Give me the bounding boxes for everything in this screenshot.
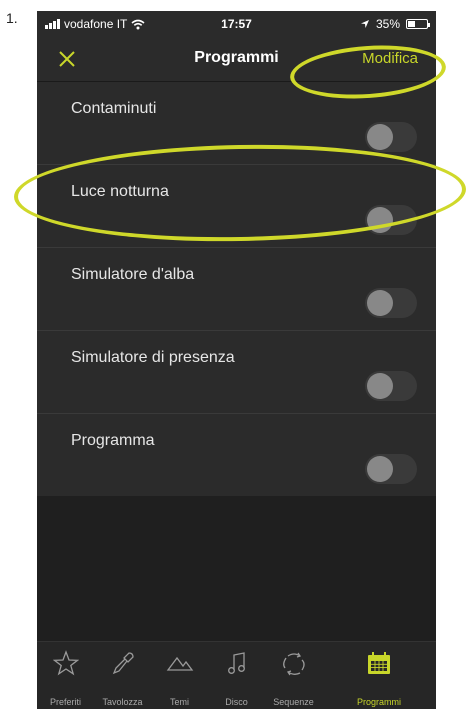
tab-sequenze[interactable]: Sequenze — [265, 642, 322, 709]
program-toggle-luce-notturna[interactable] — [365, 205, 417, 235]
program-label: Luce notturna — [71, 183, 169, 200]
tab-tavolozza[interactable]: Tavolozza — [94, 642, 151, 709]
program-row-simulatore-alba: Simulatore d'alba — [37, 248, 436, 331]
tab-label: Sequenze — [273, 697, 314, 707]
toggle-knob — [367, 207, 393, 233]
star-icon — [52, 650, 79, 676]
navigation-bar: Programmi Modifica — [37, 37, 436, 82]
status-right: 35% — [360, 17, 430, 31]
tab-label: Programmi — [356, 697, 401, 707]
program-row-contaminuti: Contaminuti — [37, 82, 436, 165]
step-number: 1. — [6, 10, 18, 26]
toggle-knob — [367, 124, 393, 150]
mountains-icon — [166, 656, 193, 671]
phone-screen: vodafone IT 17:57 35% Programmi Modifica… — [37, 11, 436, 709]
tab-programmi[interactable]: Programmi — [322, 642, 436, 709]
program-label: Contaminuti — [71, 100, 157, 117]
program-label: Simulatore di presenza — [71, 349, 235, 366]
tab-label: Preferiti — [49, 697, 81, 707]
cycle-arrows-icon — [282, 652, 305, 676]
battery-icon — [406, 19, 430, 29]
tab-bar: Preferiti Tavolozza Temi Disco Sequenze … — [37, 641, 436, 709]
location-arrow-icon — [360, 20, 369, 28]
toggle-knob — [367, 456, 393, 482]
status-bar: vodafone IT 17:57 35% — [37, 11, 436, 37]
program-toggle-simulatore-alba[interactable] — [365, 288, 417, 318]
program-row-programma: Programma — [37, 414, 436, 496]
program-toggle-simulatore-presenza[interactable] — [365, 371, 417, 401]
tab-label: Tavolozza — [102, 697, 143, 707]
tab-label: Temi — [169, 697, 189, 707]
music-note-icon — [227, 652, 245, 674]
tab-label: Disco — [225, 697, 248, 707]
edit-button[interactable]: Modifica — [362, 50, 418, 67]
tab-preferiti[interactable]: Preferiti — [37, 642, 94, 709]
battery-percent: 35% — [375, 17, 400, 31]
tab-temi[interactable]: Temi — [151, 642, 208, 709]
program-row-luce-notturna: Luce notturna — [37, 165, 436, 248]
programs-list: Contaminuti Luce notturna Simulatore d'a… — [37, 82, 436, 496]
toggle-knob — [367, 290, 393, 316]
eyedropper-icon — [112, 652, 134, 675]
program-label: Simulatore d'alba — [71, 266, 195, 283]
empty-area — [37, 496, 436, 641]
program-toggle-contaminuti[interactable] — [365, 122, 417, 152]
program-toggle-programma[interactable] — [365, 454, 417, 484]
tab-disco[interactable]: Disco — [208, 642, 265, 709]
toggle-knob — [367, 373, 393, 399]
program-label: Programma — [71, 432, 155, 449]
program-row-simulatore-presenza: Simulatore di presenza — [37, 331, 436, 414]
calendar-icon — [368, 652, 390, 674]
